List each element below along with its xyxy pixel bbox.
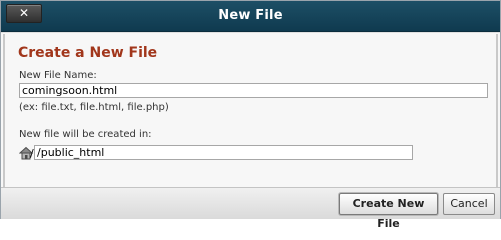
file-name-hint: (ex: file.txt, file.html, file.php) — [19, 102, 169, 113]
directory-input[interactable] — [34, 145, 413, 160]
new-file-dialog: ✕ New File Create a New File New File Na… — [0, 0, 501, 230]
file-name-input[interactable] — [19, 83, 488, 98]
dialog-titlebar: ✕ New File — [1, 1, 500, 32]
right-divider — [496, 34, 498, 187]
create-new-file-button[interactable]: Create New File — [339, 193, 438, 230]
dialog-body: Create a New File New File Name: (ex: fi… — [1, 32, 500, 188]
form-heading: Create a New File — [18, 45, 158, 61]
file-name-label: New File Name: — [19, 70, 97, 81]
cancel-button[interactable]: Cancel — [443, 193, 495, 215]
left-divider — [3, 34, 5, 187]
dialog-footer: Create New File Cancel — [1, 187, 500, 230]
directory-label: New file will be created in: — [19, 129, 152, 140]
dialog-title: New File — [218, 8, 283, 23]
